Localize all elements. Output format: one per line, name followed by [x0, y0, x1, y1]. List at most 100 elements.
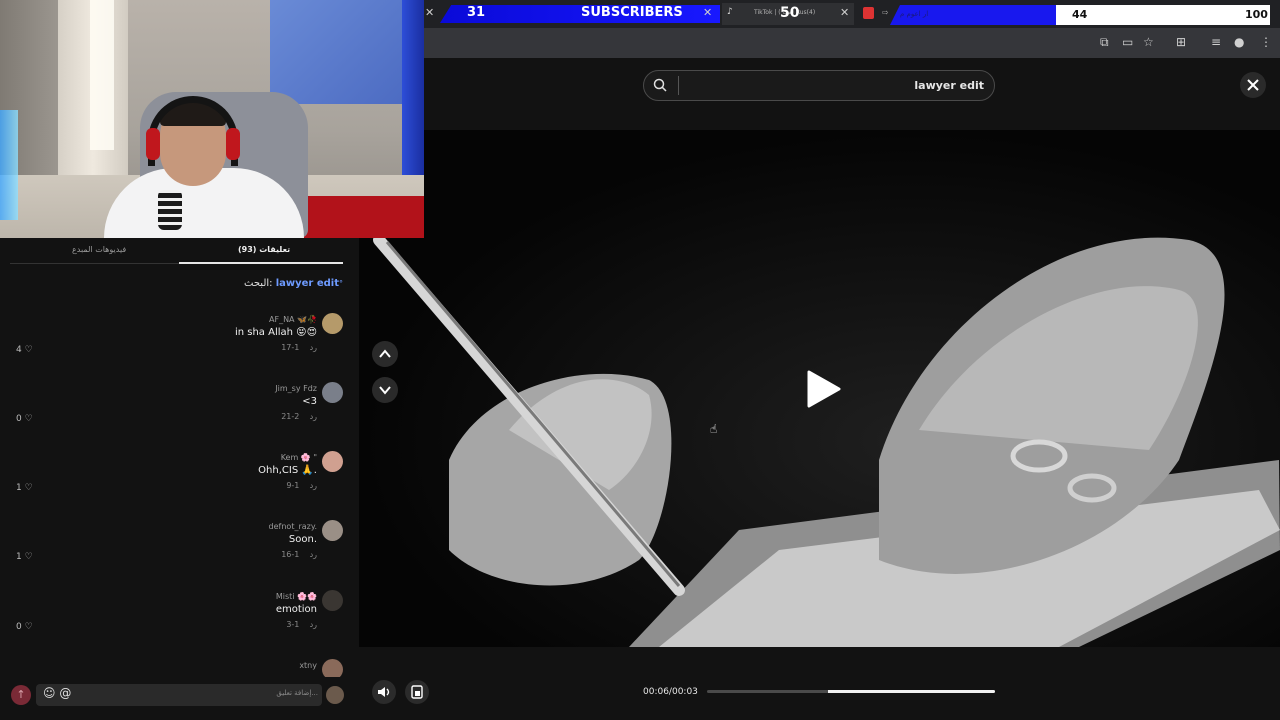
- comment-text: Ohh,CIS 🙏.: [258, 465, 317, 476]
- comment-username[interactable]: Misti 🌸🌸: [80, 592, 317, 601]
- webcam-lamp: [0, 110, 18, 220]
- comment-username[interactable]: Kem 🌸 ": [80, 453, 317, 462]
- composer-icons: ☺ @: [43, 686, 71, 700]
- chevron-up-icon: [379, 349, 391, 358]
- floating-player-button[interactable]: [405, 680, 429, 704]
- tiktok-count: 50: [780, 5, 800, 21]
- mention-icon[interactable]: @: [59, 686, 71, 700]
- search-keyword-link[interactable]: lawyer edit: [276, 278, 339, 289]
- like-count: 1: [16, 483, 22, 493]
- comment-item: defnot_razy. Soon. رد 1-16 1 ♡: [0, 520, 359, 588]
- avatar[interactable]: [322, 590, 343, 611]
- streamer-webcam: [0, 0, 424, 238]
- like-count: 4: [16, 345, 22, 355]
- comment-username[interactable]: Jim_sy Fdz: [80, 384, 317, 393]
- cast-icon[interactable]: ▭: [1122, 35, 1133, 49]
- search-keyword-label: البحث: lawyer edit°: [120, 278, 343, 289]
- comment-text: Soon.: [288, 534, 317, 545]
- playlist-icon[interactable]: ≡: [1211, 35, 1221, 49]
- youtube-icon[interactable]: [863, 7, 874, 19]
- comment-date: 1-16: [281, 550, 300, 559]
- heart-icon: ♡: [24, 414, 33, 424]
- screen: ✕ 31 SUBSCRIBERS ✕ ♪ TikTok | ( مث) Rus(…: [0, 0, 1280, 720]
- arrow-icon: ⇨: [882, 8, 889, 17]
- reply-link[interactable]: رد: [310, 481, 317, 490]
- search-query[interactable]: lawyer edit: [686, 79, 984, 92]
- close-icon[interactable]: ✕: [703, 6, 712, 19]
- tab-active-indicator: [179, 262, 343, 264]
- avatar[interactable]: [322, 313, 343, 334]
- comment-placeholder: إضافة تعليق...: [276, 689, 318, 697]
- heart-icon: ♡: [24, 483, 33, 493]
- comment-username[interactable]: defnot_razy.: [80, 522, 317, 531]
- like-button[interactable]: 0 ♡: [16, 414, 33, 424]
- reply-link[interactable]: رد: [310, 412, 317, 421]
- like-button[interactable]: 1 ♡: [16, 552, 33, 562]
- avatar[interactable]: [322, 382, 343, 403]
- video-time: 00:06/00:03: [643, 687, 698, 697]
- reply-link[interactable]: رد: [310, 550, 317, 559]
- chevron-down-icon: [379, 386, 391, 395]
- like-count: 0: [16, 414, 22, 424]
- send-button[interactable]: ↑: [11, 685, 31, 705]
- webcam-blue-panel: [270, 0, 405, 104]
- search-icon: °: [339, 279, 343, 288]
- close-icon: [1247, 79, 1259, 91]
- headset-ear-right: [226, 128, 240, 160]
- player-controls: [359, 647, 1280, 720]
- comment-meta: رد 1-9: [200, 481, 317, 490]
- comment-date: 1-17: [281, 343, 300, 352]
- avatar: [326, 686, 344, 704]
- search-divider: [678, 76, 679, 95]
- comment-date: 1-3: [286, 620, 300, 629]
- extensions-icon[interactable]: ⊞: [1176, 35, 1186, 49]
- goal-current: 44: [1072, 8, 1088, 21]
- comment-date: 2-21: [281, 412, 300, 421]
- play-icon[interactable]: [805, 369, 843, 409]
- menu-icon[interactable]: ⋮: [1260, 35, 1272, 49]
- webcam-red-object: [300, 196, 424, 238]
- avatar[interactable]: [322, 451, 343, 472]
- tab-creator-videos[interactable]: فيديوهات المبدع: [72, 245, 126, 254]
- arrow-up-icon: ↑: [16, 688, 26, 701]
- comment-item: Jim_sy Fdz <3 رد 2-21 0 ♡: [0, 382, 359, 450]
- profile-icon[interactable]: ●: [1234, 35, 1244, 49]
- comment-meta: رد 2-21: [200, 412, 317, 421]
- translate-icon[interactable]: ⧉: [1100, 35, 1109, 50]
- webcam-light: [90, 0, 114, 150]
- avatar[interactable]: [322, 659, 343, 677]
- previous-video-button[interactable]: [372, 341, 398, 367]
- star-icon[interactable]: ☆: [1143, 35, 1154, 49]
- comment-username[interactable]: AF_NA 🦋🥀: [80, 315, 317, 324]
- tab-comments[interactable]: (93) تعليقات: [238, 245, 290, 254]
- close-button[interactable]: [1240, 72, 1266, 98]
- cursor-icon: ☝: [710, 422, 718, 436]
- volume-button[interactable]: [372, 680, 396, 704]
- close-icon[interactable]: ✕: [840, 6, 849, 19]
- like-button[interactable]: 1 ♡: [16, 483, 33, 493]
- goal-bar-track: [1056, 5, 1270, 25]
- close-icon[interactable]: ✕: [425, 6, 434, 19]
- comment-date: 1-9: [286, 481, 300, 490]
- comment-text: in sha Allah 😝😍: [234, 327, 317, 338]
- next-video-button[interactable]: [372, 377, 398, 403]
- search-prefix: البحث:: [244, 278, 273, 289]
- comment-text: <3: [302, 396, 317, 407]
- heart-icon: ♡: [24, 622, 33, 632]
- tiktok-icon: ♪: [727, 7, 733, 17]
- avatar[interactable]: [322, 520, 343, 541]
- comment-username[interactable]: xtny: [80, 661, 317, 670]
- heart-icon: ♡: [24, 552, 33, 562]
- comment-item: Misti 🌸🌸 emotion رد 1-3 0 ♡: [0, 590, 359, 658]
- comment-text: emotion: [275, 604, 317, 615]
- goal-max: 100: [1245, 8, 1268, 21]
- like-button[interactable]: 0 ♡: [16, 622, 33, 632]
- reply-link[interactable]: رد: [310, 620, 317, 629]
- progress-bar[interactable]: [707, 690, 995, 693]
- comment-item: xtny: [0, 659, 359, 677]
- comment-meta: رد 1-3: [200, 620, 317, 629]
- like-button[interactable]: 4 ♡: [16, 345, 33, 355]
- emoji-icon[interactable]: ☺: [43, 686, 56, 700]
- microphone: [158, 190, 182, 230]
- reply-link[interactable]: رد: [310, 343, 317, 352]
